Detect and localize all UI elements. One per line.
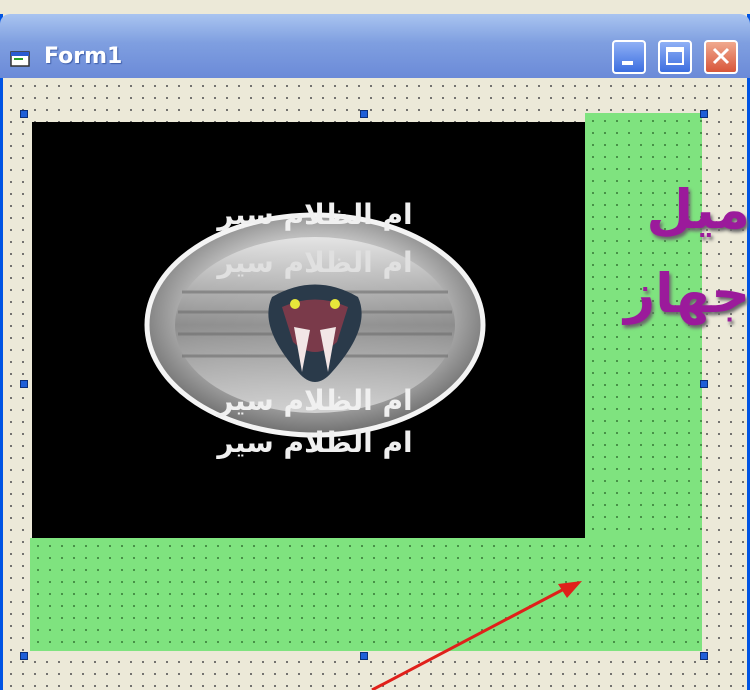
red-arrow-annotation	[371, 581, 582, 690]
